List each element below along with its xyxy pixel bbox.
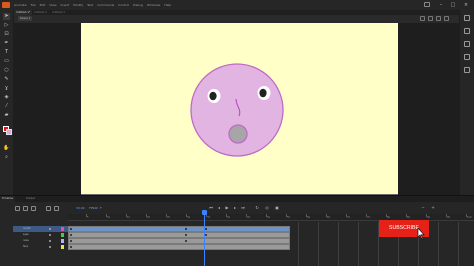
- keyframe[interactable]: [205, 228, 207, 230]
- ruler-number: 85: [407, 216, 411, 219]
- frame-grid-line: [438, 222, 439, 266]
- frame-grid-line: [458, 222, 459, 266]
- keyframe[interactable]: [205, 234, 207, 236]
- keyframe[interactable]: [185, 240, 187, 242]
- visibility-dot[interactable]: [49, 228, 51, 230]
- ruler-number: 75: [367, 216, 371, 219]
- subscribe-label: SUBSCRIBE: [389, 225, 419, 231]
- visibility-dot[interactable]: [49, 234, 51, 236]
- keyframe[interactable]: [70, 228, 72, 230]
- tab-timeline[interactable]: Timeline: [0, 196, 16, 202]
- ruler-number: 70: [347, 216, 351, 219]
- frame-unit: F: [100, 206, 102, 210]
- ruler-number: 100: [467, 216, 472, 219]
- mouth: [228, 124, 248, 144]
- prev-frame-icon[interactable]: ◂: [216, 205, 222, 211]
- first-frame-icon[interactable]: ⏮: [208, 205, 214, 211]
- timeline-tabs: Timeline Output: [0, 196, 474, 202]
- ruler-number: 90: [427, 216, 431, 219]
- ruler-number: 65: [327, 216, 331, 219]
- frame-grid-line: [298, 222, 299, 266]
- visibility-dot[interactable]: [49, 240, 51, 242]
- ruler-number: 55: [287, 216, 291, 219]
- fps-value[interactable]: 30.00: [76, 206, 85, 210]
- layer-name: face: [23, 245, 29, 248]
- keyframe[interactable]: [185, 234, 187, 236]
- layer-row-face[interactable]: face: [13, 244, 68, 250]
- keyframe[interactable]: [70, 240, 72, 242]
- left-pupil: [209, 91, 217, 101]
- keyframe[interactable]: [185, 228, 187, 230]
- ruler-number: 20: [147, 216, 151, 219]
- ruler-number: 10: [107, 216, 111, 219]
- frame-grid-line: [338, 222, 339, 266]
- frame-span-face[interactable]: [68, 244, 290, 250]
- frame-grid-line: [318, 222, 319, 266]
- playhead[interactable]: [204, 210, 205, 266]
- tab-output[interactable]: Output: [24, 196, 37, 202]
- keyframe[interactable]: [70, 234, 72, 236]
- ruler-number: 50: [267, 216, 271, 219]
- ruler-number: 60: [307, 216, 311, 219]
- play-icon[interactable]: ▶: [224, 205, 230, 211]
- loop-icon[interactable]: ↻: [254, 205, 260, 211]
- zoom-in-timeline-icon[interactable]: +: [430, 205, 436, 211]
- layer-color-swatch[interactable]: [61, 245, 64, 249]
- onion-skin-icon[interactable]: ◎: [264, 205, 270, 211]
- ruler-number: 80: [387, 216, 391, 219]
- ruler-number: 30: [187, 216, 191, 219]
- layer-color-swatch[interactable]: [61, 233, 64, 237]
- ruler-number: 45: [247, 216, 251, 219]
- right-pupil: [259, 88, 267, 98]
- visibility-dot[interactable]: [49, 246, 51, 248]
- zoom-out-timeline-icon[interactable]: −: [420, 205, 426, 211]
- keyframe[interactable]: [70, 246, 72, 248]
- ruler-number: 95: [447, 216, 451, 219]
- timeline-controls: 30.00 FPS 40 F ⏮ ◂ ▶ ▸ ⏭ ↻ ◎ ▣ − +: [0, 204, 474, 214]
- playhead-handle[interactable]: [202, 210, 207, 215]
- ruler-number: 35: [207, 216, 211, 219]
- layer-color-swatch[interactable]: [61, 239, 64, 243]
- next-frame-icon[interactable]: ▸: [232, 205, 238, 211]
- ruler-number: 25: [167, 216, 171, 219]
- ruler-number: 5: [87, 216, 89, 219]
- frame-grid-line: [358, 222, 359, 266]
- ruler-number: 40: [227, 216, 231, 219]
- edit-multiple-frames-icon[interactable]: ▣: [274, 205, 280, 211]
- layer-color-swatch[interactable]: [61, 227, 64, 231]
- mouse-cursor-icon: [417, 228, 425, 240]
- current-frame-value[interactable]: 40: [94, 206, 98, 210]
- ruler-number: 15: [127, 216, 131, 219]
- last-frame-icon[interactable]: ⏭: [240, 205, 246, 211]
